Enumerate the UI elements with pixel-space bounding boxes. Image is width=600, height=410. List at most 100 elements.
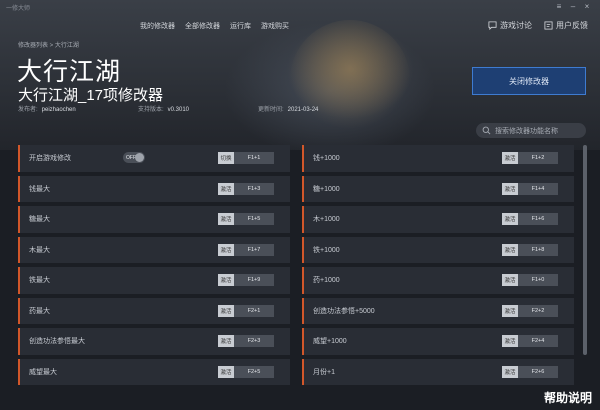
hotkey-key: F2+4	[518, 335, 558, 347]
version-value: v0.3010	[167, 107, 190, 113]
nav-runtime[interactable]: 运行库	[230, 21, 251, 31]
updated-value: 2021-03-24	[287, 107, 319, 113]
enable-toggle[interactable]: OFF	[123, 152, 145, 163]
hotkey-action: 激活	[502, 304, 518, 317]
hotkey[interactable]: 激活 F1+9	[218, 274, 274, 286]
hotkey-action: 激活	[218, 274, 234, 286]
hotkey[interactable]: 激活 F1+6	[502, 213, 558, 225]
cheat-list: 开启游戏修改 OFF 切换 F1+1 钱+1000 激活 F1+2 钱最大 激活 F1…	[18, 145, 575, 385]
search-placeholder: 搜索修改器功能名称	[495, 127, 558, 135]
cheat-row[interactable]: 药最大 激活 F2+1	[18, 297, 290, 324]
cheat-row[interactable]: 月份+1 激活 F2+6	[302, 358, 574, 385]
version-info: 支持版本: v0.3010	[138, 104, 189, 113]
hotkey[interactable]: 激活 F2+6	[502, 365, 558, 378]
hotkey[interactable]: 切换 F1+1	[218, 152, 274, 164]
hotkey-key: F1+9	[234, 274, 274, 286]
hotkey[interactable]: 激活 F2+2	[502, 304, 558, 317]
updated-info: 更新时间: 2021-03-24	[258, 104, 318, 113]
cheat-row[interactable]: 开启游戏修改 OFF 切换 F1+1	[18, 145, 290, 172]
cheat-row[interactable]: 糖+1000 激活 F1+4	[302, 175, 574, 202]
publisher-label: 发布者:	[18, 107, 38, 113]
hotkey-action: 激活	[218, 365, 234, 378]
close-trainer-button[interactable]: 关闭修改器	[472, 67, 586, 95]
scrollbar[interactable]	[583, 145, 587, 355]
hotkey-key: F2+6	[518, 365, 558, 378]
cheat-row[interactable]: 创造功法参悟最大 激活 F2+3	[18, 328, 290, 355]
hotkey-action: 激活	[218, 335, 234, 347]
hotkey[interactable]: 激活 F1+8	[502, 243, 558, 256]
hotkey-action: 激活	[218, 213, 234, 225]
minimize-icon[interactable]: –	[566, 2, 580, 12]
hotkey-action: 切换	[218, 152, 234, 164]
hotkey-key: F1+4	[518, 182, 558, 195]
hotkey-key: F2+1	[234, 304, 274, 317]
title-bar: 一修大师 ≡ – ×	[0, 0, 600, 14]
breadcrumb[interactable]: 修改器列表 > 大行江湖	[18, 40, 79, 49]
hotkey-action: 激活	[502, 152, 518, 164]
feedback-link[interactable]: 用户反馈	[544, 20, 588, 31]
hotkey[interactable]: 激活 F2+4	[502, 335, 558, 347]
hotkey-key: F1+2	[518, 152, 558, 164]
hotkey-key: F2+5	[234, 365, 274, 378]
hotkey[interactable]: 激活 F1+7	[218, 243, 274, 256]
hotkey[interactable]: 激活 F2+1	[218, 304, 274, 317]
publisher-info: 发布者: peizhaochen	[18, 104, 76, 113]
hotkey-action: 激活	[218, 182, 234, 195]
hotkey[interactable]: 激活 F2+5	[218, 365, 274, 378]
cheat-row[interactable]: 钱最大 激活 F1+3	[18, 175, 290, 202]
nav-my-trainers[interactable]: 我的修改器	[140, 21, 175, 31]
hotkey-action: 激活	[502, 182, 518, 195]
feedback-icon	[544, 21, 553, 30]
cheat-row[interactable]: 威望+1000 激活 F2+4	[302, 328, 574, 355]
hotkey-action: 激活	[502, 365, 518, 378]
hotkey-key: F1+3	[234, 182, 274, 195]
hotkey-key: F2+2	[518, 304, 558, 317]
search-input[interactable]: 搜索修改器功能名称	[476, 123, 586, 138]
hotkey-action: 激活	[502, 274, 518, 286]
hotkey[interactable]: 激活 F1+0	[502, 274, 558, 286]
chat-icon	[488, 21, 497, 30]
hero-artwork	[290, 20, 410, 140]
search-icon	[482, 126, 491, 135]
hotkey-action: 激活	[218, 304, 234, 317]
top-nav: 我的修改器 全部修改器 运行库 游戏购买	[140, 21, 289, 31]
cheat-row[interactable]: 糖最大 激活 F1+5	[18, 206, 290, 233]
cheat-row[interactable]: 木最大 激活 F1+7	[18, 236, 290, 263]
close-icon[interactable]: ×	[580, 2, 594, 12]
hotkey-key: F1+8	[518, 243, 558, 256]
hotkey-key: F1+0	[518, 274, 558, 286]
cheat-row[interactable]: 创造功法参悟+5000 激活 F2+2	[302, 297, 574, 324]
cheat-row[interactable]: 威望最大 激活 F2+5	[18, 358, 290, 385]
hotkey-action: 激活	[502, 213, 518, 225]
hotkey-action: 激活	[502, 243, 518, 256]
forum-link[interactable]: 游戏讨论	[488, 20, 532, 31]
cheat-row[interactable]: 铁最大 激活 F1+9	[18, 267, 290, 294]
cheat-row[interactable]: 钱+1000 激活 F1+2	[302, 145, 574, 172]
version-label: 支持版本:	[138, 107, 164, 113]
cheat-row[interactable]: 铁+1000 激活 F1+8	[302, 236, 574, 263]
updated-label: 更新时间:	[258, 107, 284, 113]
hotkey[interactable]: 激活 F1+5	[218, 213, 274, 225]
top-right-links: 游戏讨论 用户反馈	[488, 20, 588, 31]
hotkey[interactable]: 激活 F1+3	[218, 182, 274, 195]
hotkey[interactable]: 激活 F1+4	[502, 182, 558, 195]
hotkey[interactable]: 激活 F2+3	[218, 335, 274, 347]
hotkey[interactable]: 激活 F1+2	[502, 152, 558, 164]
publisher-value: peizhaochen	[41, 107, 76, 113]
forum-label: 游戏讨论	[500, 21, 532, 30]
cheat-row[interactable]: 药+1000 激活 F1+0	[302, 267, 574, 294]
page-title: 大行江湖	[17, 58, 122, 86]
hotkey-key: F1+1	[234, 152, 274, 164]
page-subtitle: 大行江湖_17项修改器	[18, 87, 164, 104]
feedback-label: 用户反馈	[556, 21, 588, 30]
hotkey-action: 激活	[218, 243, 234, 256]
nav-all-trainers[interactable]: 全部修改器	[185, 21, 220, 31]
app-name: 一修大师	[6, 5, 31, 12]
help-link[interactable]: 帮助说明	[544, 389, 592, 406]
hotkey-key: F2+3	[234, 335, 274, 347]
hotkey-key: F1+6	[518, 213, 558, 225]
cheat-row[interactable]: 木+1000 激活 F1+6	[302, 206, 574, 233]
hotkey-key: F1+5	[234, 213, 274, 225]
menu-icon[interactable]: ≡	[552, 2, 566, 12]
nav-buy-games[interactable]: 游戏购买	[261, 21, 289, 31]
